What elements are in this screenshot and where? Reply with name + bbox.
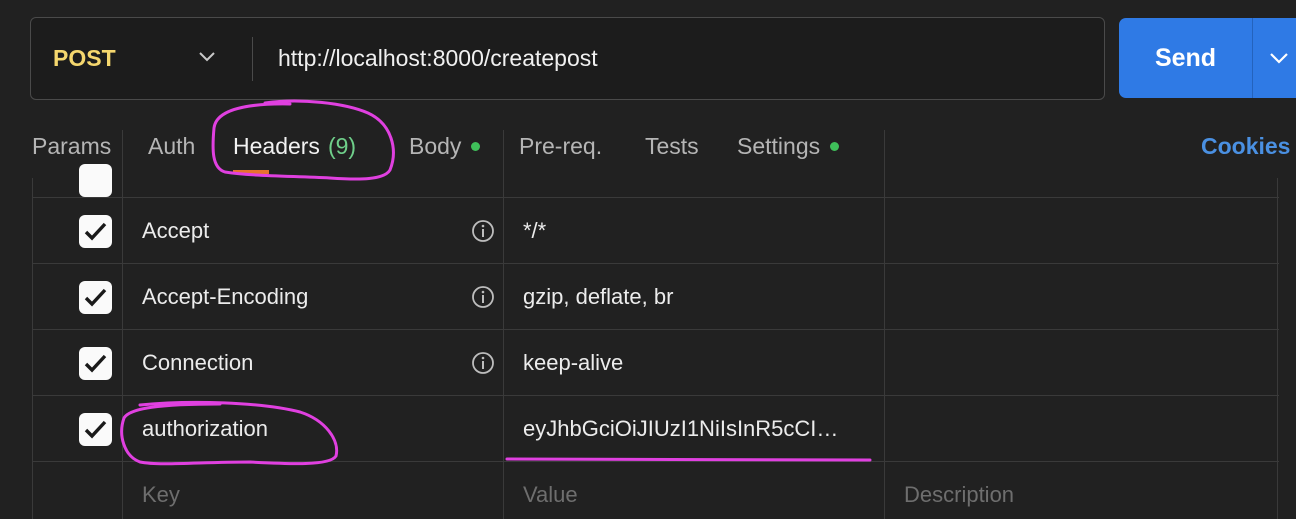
chevron-down-icon[interactable]: [1269, 52, 1289, 65]
header-value: keep-alive: [523, 349, 624, 375]
method-select[interactable]: POST: [31, 18, 253, 99]
info-icon[interactable]: [471, 219, 495, 243]
checkbox[interactable]: [79, 164, 112, 197]
key-cell[interactable]: Accept: [123, 198, 504, 263]
checkbox-cell: [33, 462, 123, 519]
request-bar: POST http://localhost:8000/createpost: [30, 17, 1105, 100]
key-cell: [123, 130, 504, 197]
checkbox[interactable]: [79, 215, 112, 248]
info-icon[interactable]: [471, 351, 495, 375]
table-row: Connection keep-alive: [33, 330, 1279, 396]
checkbox[interactable]: [79, 281, 112, 314]
description-cell[interactable]: [885, 198, 1279, 263]
value-cell[interactable]: eyJhbGciOiJIUzI1NiIsInR5cCI…: [504, 396, 885, 461]
checkbox[interactable]: [79, 347, 112, 380]
info-icon[interactable]: [471, 285, 495, 309]
header-key: Accept-Encoding: [142, 283, 309, 309]
checkbox-cell: [33, 198, 123, 263]
description-placeholder: Description: [904, 482, 1015, 507]
key-cell[interactable]: Accept-Encoding: [123, 264, 504, 329]
checkbox-cell: [33, 330, 123, 395]
description-cell: [885, 130, 1279, 197]
header-value: gzip, deflate, br: [523, 283, 674, 309]
method-divider: [252, 37, 253, 81]
header-value: */*: [523, 217, 547, 243]
table-row: authorization eyJhbGciOiJIUzI1NiIsInR5cC…: [33, 396, 1279, 462]
url-text: http://localhost:8000/createpost: [278, 45, 598, 71]
checkbox-cell: [33, 264, 123, 329]
headers-table: Accept */* Accept-Encoding gzip, deflate…: [32, 130, 1279, 519]
checkbox[interactable]: [79, 413, 112, 446]
new-header-row: Key Value Description: [33, 462, 1279, 519]
key-cell[interactable]: authorization: [123, 396, 504, 461]
send-label: Send: [1154, 43, 1217, 72]
table-row: Accept-Encoding gzip, deflate, br: [33, 264, 1279, 330]
value-cell[interactable]: gzip, deflate, br: [504, 264, 885, 329]
key-cell[interactable]: Connection: [123, 330, 504, 395]
value-cell: [504, 130, 885, 197]
checkbox-cell: [33, 396, 123, 461]
send-divider: [1252, 18, 1253, 98]
checkmark-icon: [84, 222, 107, 241]
description-input[interactable]: Description: [885, 462, 1279, 519]
table-row: Accept */*: [33, 198, 1279, 264]
checkmark-icon: [84, 288, 107, 307]
value-placeholder: Value: [523, 482, 578, 507]
description-cell[interactable]: [885, 396, 1279, 461]
description-cell[interactable]: [885, 330, 1279, 395]
checkmark-icon: [84, 354, 107, 373]
send-button[interactable]: Send: [1119, 18, 1296, 98]
table-row: [33, 130, 1279, 198]
header-key: Connection: [142, 349, 254, 375]
key-placeholder: Key: [142, 482, 180, 507]
checkbox-cell: [33, 130, 123, 197]
chevron-down-icon: [199, 52, 215, 62]
description-cell[interactable]: [885, 264, 1279, 329]
value-input[interactable]: Value: [504, 462, 885, 519]
key-input[interactable]: Key: [123, 462, 504, 519]
checkmark-icon: [84, 420, 107, 439]
value-cell[interactable]: */*: [504, 198, 885, 263]
header-value: eyJhbGciOiJIUzI1NiIsInR5cCI…: [523, 416, 839, 441]
url-input[interactable]: http://localhost:8000/createpost: [278, 18, 598, 99]
header-key: authorization: [142, 415, 268, 441]
value-cell[interactable]: keep-alive: [504, 330, 885, 395]
method-label: POST: [53, 45, 116, 71]
header-key: Accept: [142, 217, 210, 243]
